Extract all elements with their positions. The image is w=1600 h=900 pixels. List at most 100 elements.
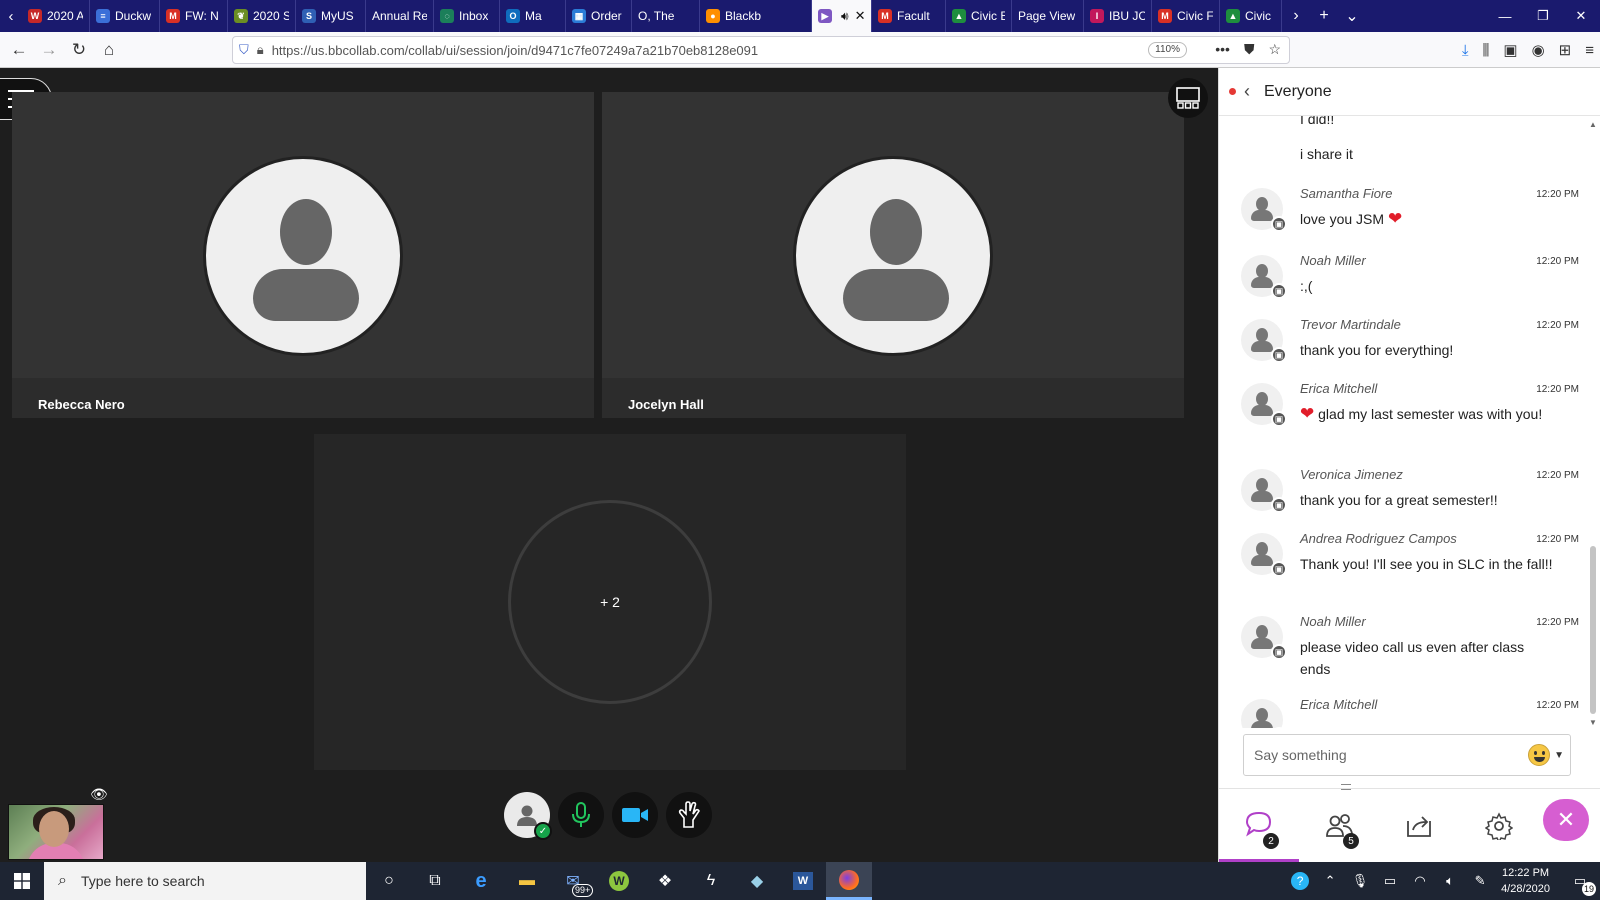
bookmark-star-icon[interactable]: ☆ — [1268, 41, 1281, 58]
tab-chat[interactable]: 2 — [1219, 789, 1299, 863]
browser-tab[interactable]: ▲ Civic E — [946, 0, 1012, 32]
browser-tab[interactable]: M Facult — [872, 0, 946, 32]
minimize-icon[interactable]: — — [1486, 0, 1524, 32]
close-icon: ✕ — [1556, 807, 1576, 832]
tab-favicon-icon: ▲ — [952, 9, 966, 23]
task-view-icon[interactable]: ⧉ — [412, 862, 458, 900]
tab-share-content[interactable] — [1379, 789, 1459, 863]
browser-tab[interactable]: Annual Re — [366, 0, 434, 32]
edge-icon[interactable]: e — [458, 862, 504, 900]
message-author: Trevor Martindale — [1300, 317, 1401, 332]
tab-title: Order — [591, 9, 622, 23]
list-tabs-icon[interactable]: ⌄ — [1338, 0, 1366, 32]
message-text: thank you for a great semester!! — [1300, 492, 1498, 508]
zoom-level[interactable]: 110% — [1148, 42, 1187, 58]
chat-message-input[interactable] — [1254, 747, 1514, 763]
word-icon[interactable]: W — [780, 862, 826, 900]
dropbox-icon[interactable]: ❖ — [642, 862, 688, 900]
browser-tab[interactable]: M Civic F — [1152, 0, 1220, 32]
camera-button[interactable] — [612, 792, 658, 838]
clock[interactable]: 12:22 PM 4/28/2020 — [1501, 865, 1550, 897]
tab-attendees[interactable]: 5 — [1299, 789, 1379, 863]
firefox-icon[interactable] — [826, 862, 872, 900]
tab-scroll-left-icon[interactable]: ‹ — [0, 0, 22, 32]
participant-tile[interactable]: Rebecca Nero — [12, 92, 594, 418]
address-bar[interactable]: ⛉ 🔒︎ https://us.bbcollab.com/collab/ui/s… — [232, 36, 1290, 64]
layout-toggle-button[interactable] — [1168, 78, 1208, 118]
scroll-down-icon[interactable]: ▼ — [1587, 718, 1599, 730]
chat-message-list[interactable]: I did!! i share it ▣ Samantha Fiore 12:2… — [1219, 116, 1583, 728]
browser-tab[interactable]: M FW: N — [160, 0, 228, 32]
lock-icon[interactable]: 🔒︎ — [257, 42, 264, 58]
back-icon[interactable]: ← — [4, 35, 34, 65]
battery-icon[interactable]: ▭ — [1375, 873, 1405, 889]
scroll-up-icon[interactable]: ▲ — [1587, 120, 1599, 132]
eye-icon[interactable]: 👁︎ — [90, 786, 108, 803]
my-status-button[interactable]: ✓ — [504, 792, 552, 840]
microphone-tray-icon[interactable]: 🎙︎ — [1345, 873, 1375, 889]
extensions-icon[interactable]: ⊞ — [1559, 41, 1572, 59]
forward-icon[interactable]: → — [34, 35, 64, 65]
close-panel-button[interactable]: ✕ — [1543, 799, 1589, 841]
close-tab-icon[interactable]: ✕ — [855, 8, 866, 24]
notification-count: 19 — [1582, 882, 1596, 896]
browser-tab[interactable]: Page View — [1012, 0, 1084, 32]
action-center-button[interactable]: ▭ 19 — [1560, 862, 1600, 900]
message-text: love you JSM — [1300, 211, 1385, 227]
menu-icon[interactable]: ≡ — [1585, 42, 1594, 59]
new-tab-icon[interactable]: + — [1310, 0, 1338, 32]
notes-app-icon[interactable]: ◆ — [734, 862, 780, 900]
page-actions-icon[interactable]: ••• — [1215, 41, 1230, 58]
browser-tab[interactable]: I IBU JC — [1084, 0, 1152, 32]
speaker-icon[interactable]: 🔊︎ — [841, 9, 849, 24]
account-icon[interactable]: ◉ — [1532, 41, 1545, 59]
message-time: 12:20 PM — [1536, 384, 1579, 395]
browser-tab[interactable]: O Ma — [500, 0, 566, 32]
start-button[interactable] — [0, 862, 44, 900]
browser-tab[interactable]: ≡ Duckw — [90, 0, 160, 32]
wifi-icon[interactable]: ◠ — [1405, 873, 1435, 889]
tracking-shield-icon[interactable]: ⛉ — [239, 42, 249, 58]
tab-title: MyUS — [321, 9, 354, 23]
browser-tab[interactable]: S MyUS — [296, 0, 366, 32]
browser-tab[interactable]: ❦ 2020 S — [228, 0, 296, 32]
mail-icon[interactable]: ✉ 99+ — [550, 862, 596, 900]
browser-tab[interactable]: ▦ Order — [566, 0, 632, 32]
browser-tab[interactable]: ◌ Inbox — [434, 0, 500, 32]
restore-icon[interactable]: ❐ — [1524, 0, 1562, 32]
browser-tab[interactable]: ▶ 🔊︎ ✕ — [812, 0, 872, 32]
browser-tab[interactable]: ● Blackb — [700, 0, 812, 32]
file-explorer-icon[interactable]: ▬ — [504, 862, 550, 900]
chevron-up-icon[interactable]: ⌃ — [1315, 873, 1345, 889]
tab-settings[interactable] — [1459, 789, 1539, 863]
volume-icon[interactable]: 🔈︎ — [1435, 873, 1465, 889]
more-participants-tile[interactable]: + 2 — [314, 434, 906, 770]
close-window-icon[interactable]: ✕ — [1562, 0, 1600, 32]
scrollbar-thumb[interactable] — [1590, 546, 1596, 714]
sidebar-icon[interactable]: ▣ — [1503, 41, 1517, 59]
tab-favicon-icon: M — [166, 9, 180, 23]
chevron-left-icon[interactable]: ‹ — [1244, 81, 1250, 102]
browser-tab[interactable]: ▲ Civic — [1220, 0, 1282, 32]
cortana-icon[interactable]: ○ — [366, 862, 412, 900]
pen-icon[interactable]: ✎ — [1465, 873, 1495, 889]
pocket-icon[interactable]: ⛊ — [1244, 41, 1255, 58]
browser-tab[interactable]: W 2020 A — [22, 0, 90, 32]
emoji-picker-button[interactable]: ▼ — [1528, 744, 1564, 766]
lightning-app-icon[interactable]: ϟ — [688, 862, 734, 900]
library-icon[interactable]: ⫼ — [1482, 42, 1489, 59]
wacom-icon[interactable]: W — [596, 862, 642, 900]
taskbar-search[interactable]: ⌕ Type here to search — [44, 862, 366, 900]
help-icon[interactable]: ? — [1285, 872, 1315, 890]
reload-icon[interactable]: ↻ — [64, 35, 94, 65]
home-icon[interactable]: ⌂ — [94, 35, 124, 65]
download-icon[interactable]: ⤓ — [1462, 42, 1469, 59]
tab-scroll-right-icon[interactable]: › — [1282, 0, 1310, 32]
my-video-preview[interactable] — [8, 804, 104, 860]
participant-tile[interactable]: Jocelyn Hall — [602, 92, 1184, 418]
raise-hand-button[interactable] — [666, 792, 712, 838]
microphone-button[interactable] — [558, 792, 604, 838]
browser-tab[interactable]: O, The — [632, 0, 700, 32]
url-text[interactable]: https://us.bbcollab.com/collab/ui/sessio… — [272, 43, 758, 58]
chat-scrollbar[interactable]: ▲ ▼ — [1587, 120, 1599, 730]
